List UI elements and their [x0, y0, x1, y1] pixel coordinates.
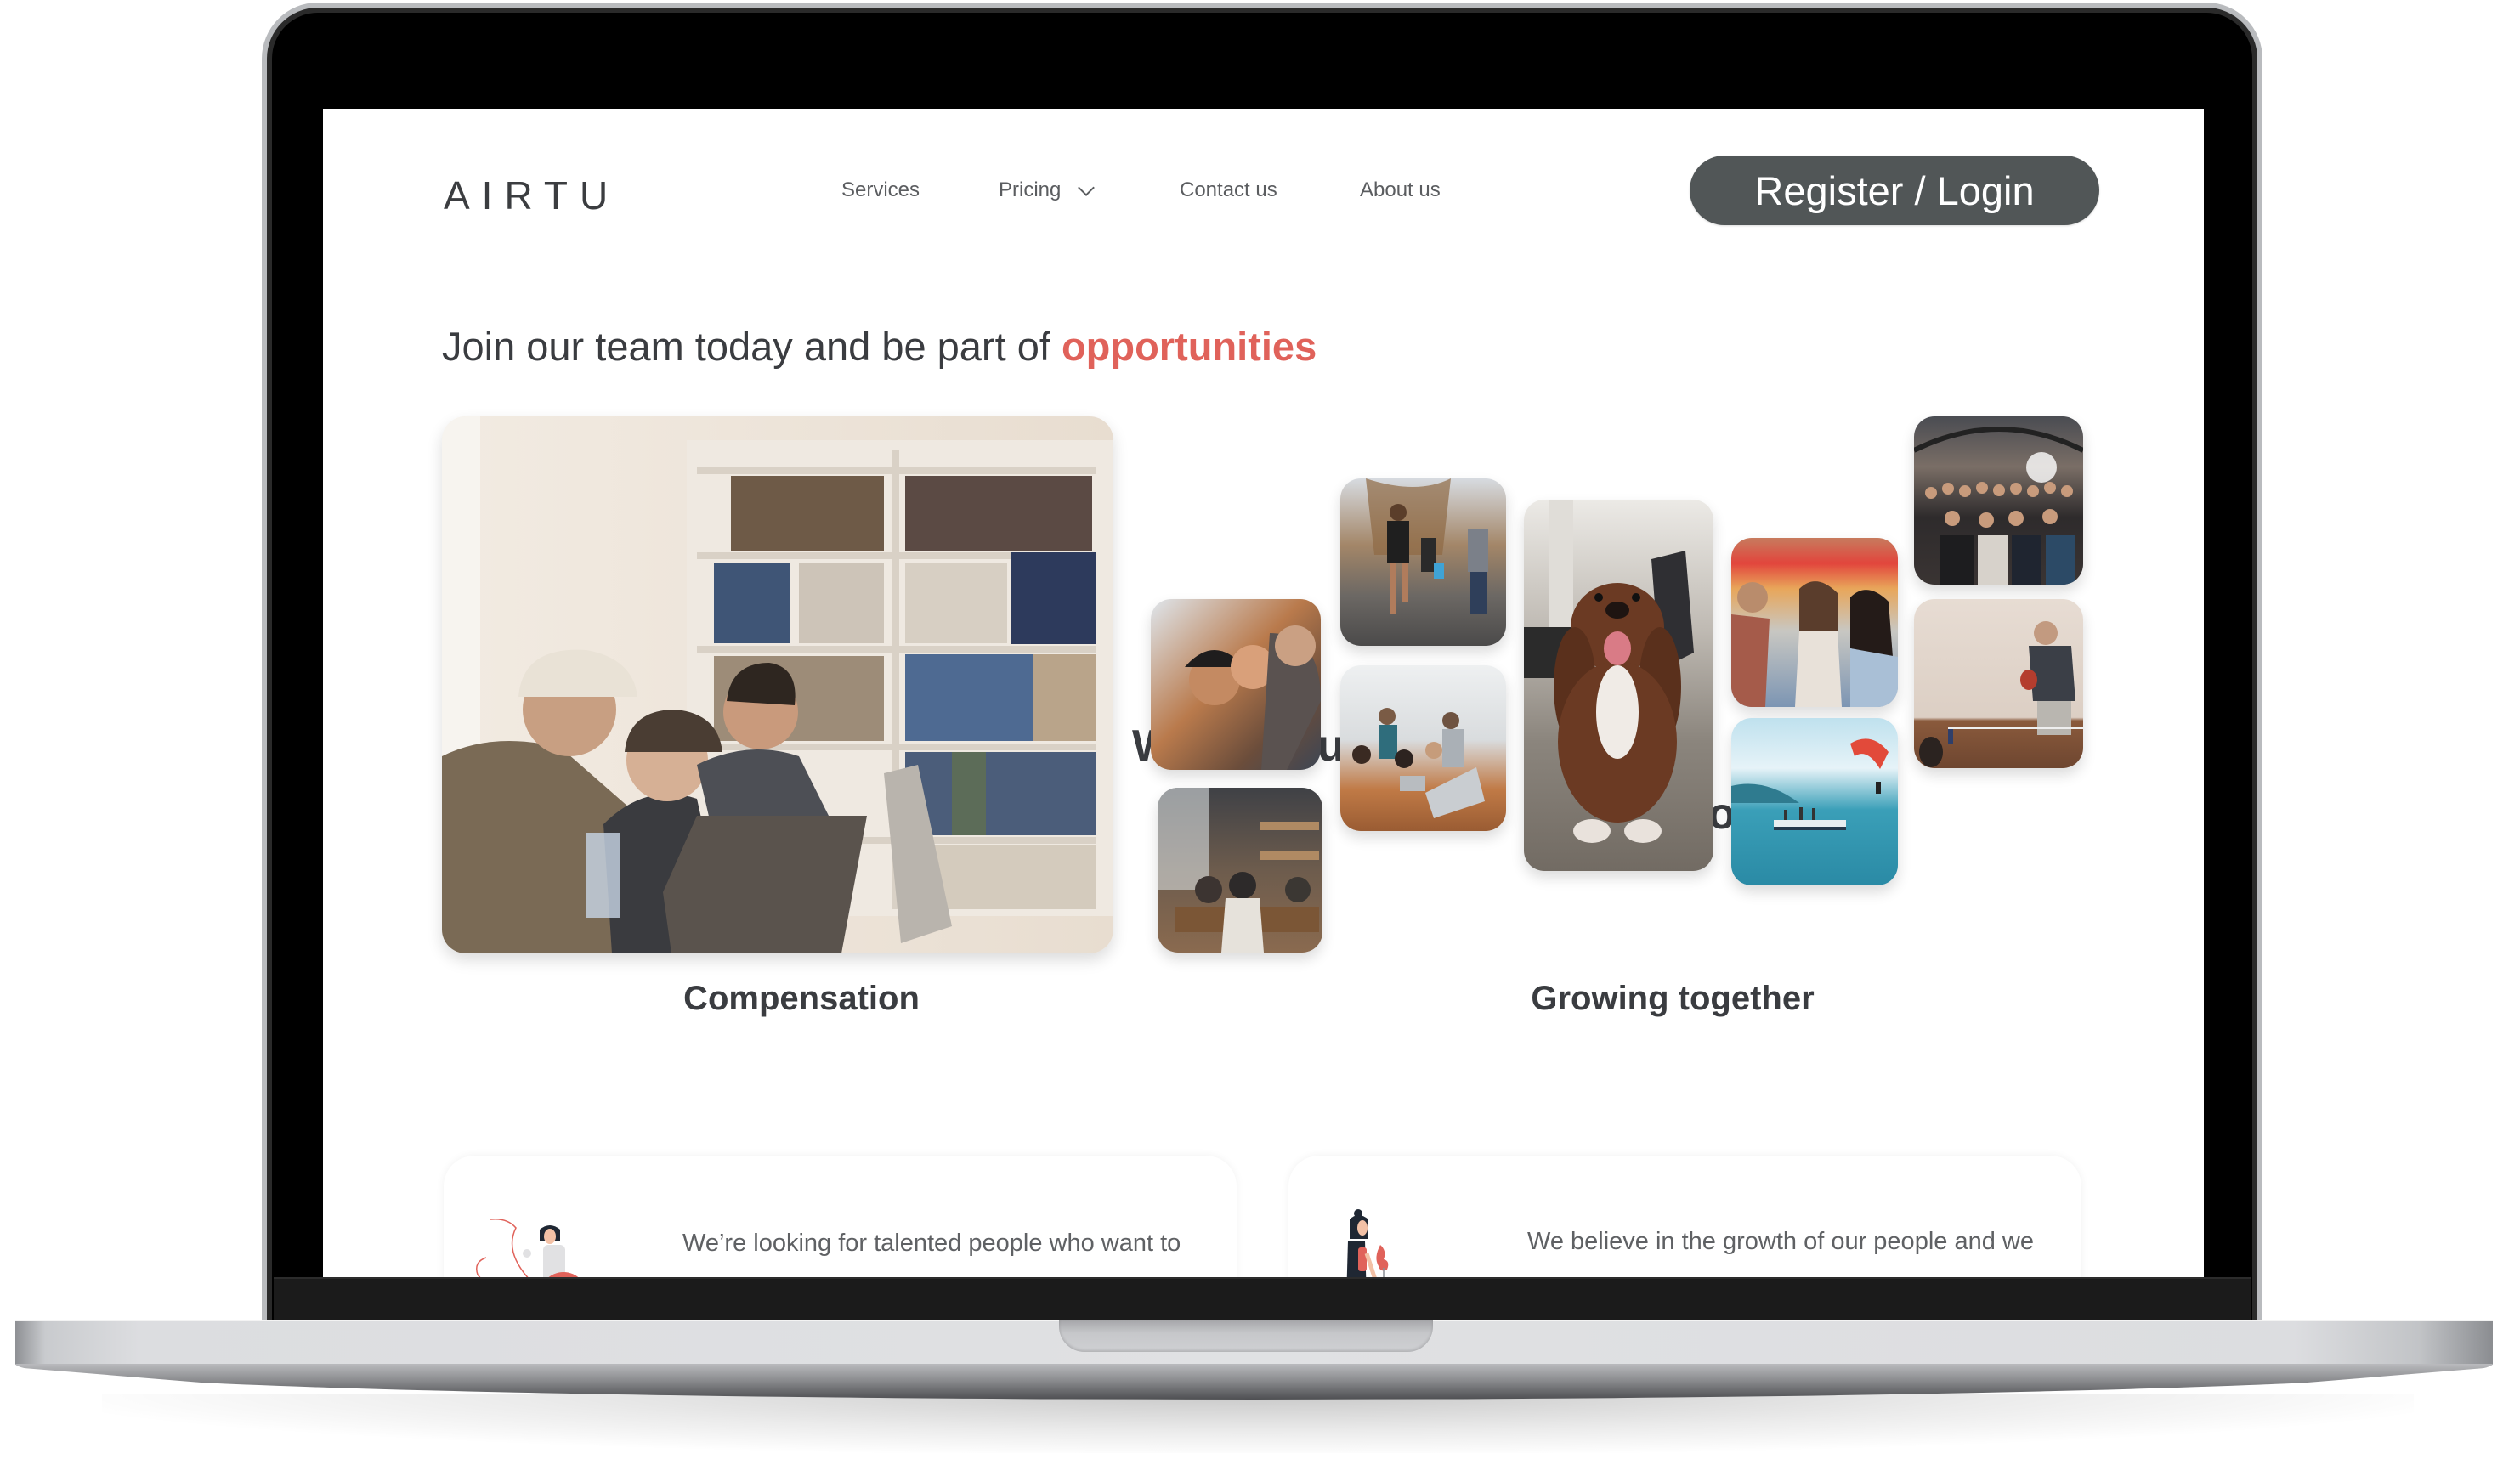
compensation-caption: Compensation: [683, 980, 920, 1017]
page-headline: Join our team today and be part of oppor…: [442, 323, 1317, 370]
laptop-shadow: [102, 1394, 2414, 1453]
cafe-meeting-image: [1158, 788, 1319, 953]
nav-about-us[interactable]: About us: [1360, 178, 1441, 202]
headline-accent: opportunities: [1061, 324, 1317, 369]
photo-company-group: [1914, 416, 2083, 585]
photo-team-meeting: [1340, 665, 1506, 831]
card-talent-text: We’re looking for talented people who wa…: [682, 1230, 1181, 1257]
laptop-chin: [274, 1277, 2251, 1322]
lake-image: [1731, 738, 1889, 830]
headline-text: Join our team today and be part of: [442, 324, 1062, 369]
website-screen: AIRTU Services Pricing Contact us About …: [323, 109, 2204, 1277]
woman-with-globe-illustration: [476, 1218, 579, 1277]
info-card-growth: We believe in the growth of our people a…: [1288, 1156, 2081, 1277]
card-growth-text: We believe in the growth of our people a…: [1527, 1228, 2034, 1255]
nav-services[interactable]: Services: [841, 178, 920, 202]
woman-with-plant-illustration: [1346, 1209, 1389, 1277]
photo-ping-pong: [1914, 599, 2083, 768]
team-photo-illustration: [442, 416, 1113, 953]
team-meeting-image: [1352, 708, 1485, 818]
photo-dog-in-office: [1524, 500, 1713, 871]
dog-image: [1524, 500, 1694, 843]
chevron-down-icon[interactable]: [1078, 179, 1095, 196]
nav-pricing[interactable]: Pricing: [999, 178, 1061, 202]
friends-hugging-image: [1185, 625, 1321, 770]
photo-friends-hugging: [1151, 599, 1321, 770]
photo-cafe-meeting: [1158, 788, 1322, 953]
nav-contact-us[interactable]: Contact us: [1180, 178, 1277, 202]
photo-lake-kitesurfing: [1731, 718, 1898, 885]
info-card-talent: We’re looking for talented people who wa…: [444, 1156, 1237, 1277]
group-running-image: [1366, 478, 1488, 614]
photo-group-running: [1340, 478, 1506, 646]
laptop-opening-notch: [1059, 1320, 1433, 1352]
register-login-button[interactable]: Register / Login: [1690, 156, 2099, 225]
growing-together-caption: Growing together: [1531, 980, 1815, 1017]
ping-pong-image: [1919, 621, 2083, 767]
friends-laughing-image: [1731, 581, 1898, 707]
company-group-image: [1914, 427, 2083, 585]
airtu-logo[interactable]: AIRTU: [444, 172, 620, 218]
photo-friends-laughing: [1731, 538, 1898, 707]
main-photo-team-library: [442, 416, 1113, 953]
